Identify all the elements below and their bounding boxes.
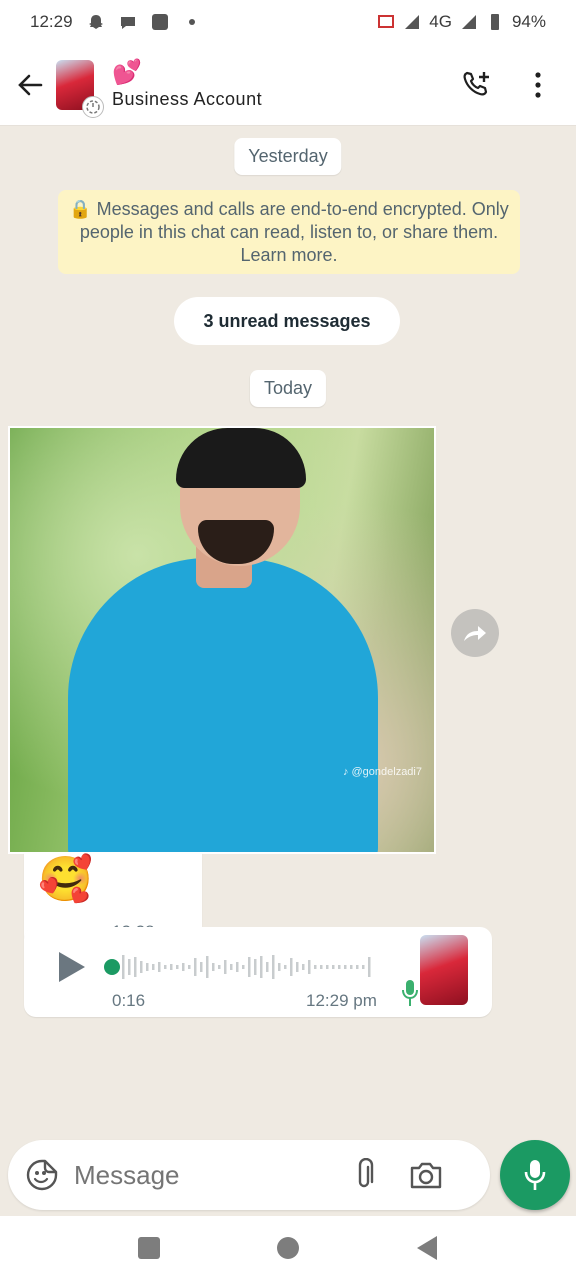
triangle-back-icon [416, 1236, 437, 1260]
message-time: 12:29 pm [306, 991, 377, 1010]
back-nav-button[interactable] [405, 1226, 449, 1270]
day-label-today: Today [249, 370, 327, 407]
unread-messages-label: 3 unread messages [174, 297, 400, 345]
day-label-yesterday: Yesterday [234, 138, 342, 175]
contact-title[interactable]: 💕 Business Account [112, 59, 262, 110]
contact-avatar[interactable] [56, 59, 104, 118]
sticker-button[interactable] [20, 1153, 64, 1197]
timer-icon [82, 95, 104, 118]
paperclip-icon [358, 1158, 374, 1188]
system-nav-bar [0, 1216, 576, 1280]
play-icon [59, 952, 85, 982]
emoji-content: 🥰 [38, 855, 93, 904]
add-call-button[interactable] [456, 65, 496, 105]
signal-icon [403, 13, 421, 31]
forward-button[interactable] [451, 609, 499, 657]
network-type: 4G [429, 12, 452, 31]
status-time: 12:29 [30, 12, 73, 31]
dot-icon [183, 13, 201, 31]
back-button[interactable] [4, 59, 56, 111]
more-options-button[interactable] [518, 65, 558, 105]
mic-icon [402, 980, 418, 1006]
home-button[interactable] [266, 1226, 310, 1270]
image-message[interactable]: ♪ @gondelzadi7 [8, 426, 436, 854]
app-icon [151, 13, 169, 31]
encryption-notice[interactable]: 🔒 Messages and calls are end-to-end encr… [58, 190, 520, 274]
voice-waveform[interactable] [104, 953, 380, 981]
account-name: Business Account [112, 89, 263, 109]
waveform-progress-knob [104, 959, 120, 975]
battery-level: 94% [511, 12, 546, 31]
message-input[interactable] [74, 1159, 344, 1191]
square-icon [138, 1237, 161, 1259]
voice-message[interactable]: 0:16 12:29 pm [24, 927, 492, 1017]
battery-icon [486, 13, 504, 31]
voice-record-button[interactable] [500, 1140, 570, 1210]
snapchat-icon [87, 13, 105, 31]
chat-bubble-icon [119, 13, 137, 31]
circle-icon [276, 1237, 299, 1259]
message-composer [8, 1140, 490, 1210]
forward-icon [464, 626, 486, 641]
sticker-icon [26, 1159, 58, 1191]
camera-button[interactable] [404, 1153, 448, 1197]
status-bar: 12:29 4G 94% [0, 0, 576, 44]
camera-icon [410, 1162, 442, 1189]
signal-icon [460, 13, 478, 31]
photo-person [68, 558, 378, 852]
cast-icon [377, 13, 395, 31]
add-call-icon [463, 71, 489, 95]
arrow-left-icon [18, 74, 43, 95]
more-options-icon [535, 71, 541, 98]
image-watermark: ♪ @gondelzadi7 [342, 766, 422, 778]
chat-header: 💕 Business Account [0, 44, 576, 126]
voice-duration: 0:16 [112, 991, 146, 1010]
attach-button[interactable] [344, 1153, 384, 1197]
play-button[interactable] [54, 947, 90, 987]
recents-button[interactable] [127, 1226, 171, 1270]
chat-area[interactable]: Yesterday 🔒 Messages and calls are end-t… [0, 126, 576, 1140]
mic-icon [524, 1160, 546, 1190]
sender-avatar[interactable] [420, 935, 468, 1005]
title-emoji: 💕 [112, 59, 142, 86]
